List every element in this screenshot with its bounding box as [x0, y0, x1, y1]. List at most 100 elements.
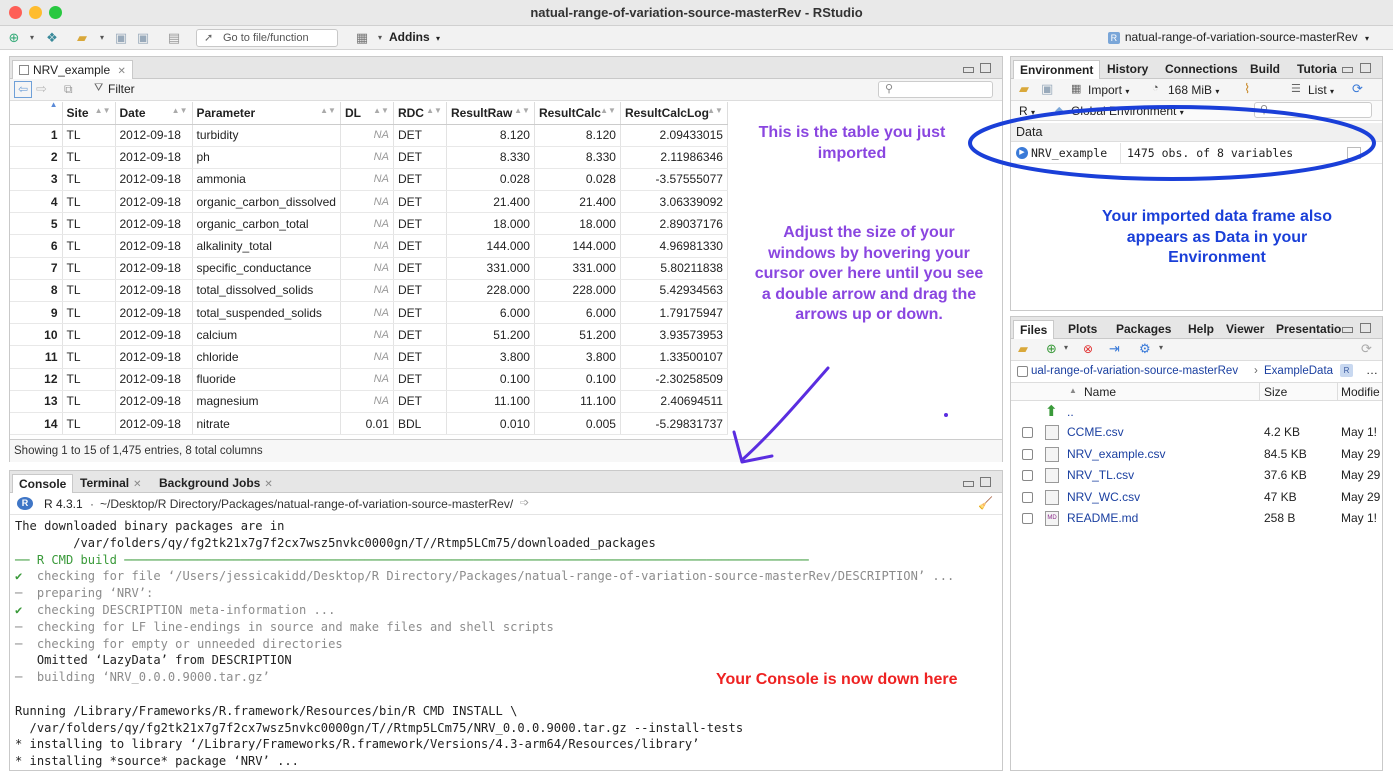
- chevron-down-icon[interactable]: ▾: [1064, 343, 1068, 352]
- minimize-pane-icon[interactable]: [1342, 327, 1353, 333]
- popout-icon[interactable]: ⧉: [64, 82, 73, 97]
- chevron-down-icon[interactable]: ▾: [24, 30, 40, 46]
- gear-icon[interactable]: ⚙: [1139, 341, 1151, 357]
- chevron-down-icon[interactable]: ▾: [94, 30, 110, 46]
- delete-icon[interactable]: ⊗: [1083, 342, 1093, 356]
- file-checkbox[interactable]: [1022, 491, 1033, 503]
- select-all-checkbox[interactable]: [1017, 366, 1028, 377]
- tab-history[interactable]: History: [1101, 60, 1154, 79]
- minimize-pane-icon[interactable]: [1342, 67, 1353, 73]
- chevron-down-icon[interactable]: ▾: [372, 30, 388, 46]
- chevron-down-icon[interactable]: ▾: [1159, 343, 1163, 352]
- tab-build[interactable]: Build: [1244, 60, 1286, 79]
- file-row[interactable]: NRV_example.csv 84.5 KB May 29: [1012, 444, 1382, 466]
- close-tab-icon[interactable]: ✕: [264, 479, 272, 490]
- new-blank-file-icon[interactable]: ⊕: [1046, 341, 1057, 357]
- tab-environment[interactable]: Environment: [1013, 60, 1101, 79]
- file-name[interactable]: NRV_TL.csv: [1067, 465, 1134, 486]
- print-icon[interactable]: ▤: [166, 30, 182, 46]
- project-menu[interactable]: Rnatual-range-of-variation-source-master…: [1107, 30, 1369, 44]
- save-icon[interactable]: ▣: [113, 30, 129, 46]
- close-tab-icon[interactable]: ✕: [133, 479, 141, 490]
- tab-files[interactable]: Files: [1013, 320, 1055, 339]
- refresh-icon[interactable]: ⟳: [1352, 81, 1363, 97]
- memory-usage-menu[interactable]: 168 MiB ▾: [1168, 83, 1219, 97]
- close-tab-icon[interactable]: ✕: [118, 66, 126, 77]
- view-mode-menu[interactable]: List ▾: [1308, 83, 1334, 97]
- table-row[interactable]: 9 TL 2012-09-18 total_suspended_solids NA DET…: [10, 301, 728, 325]
- broom-icon[interactable]: ⌇: [1244, 81, 1250, 97]
- parent-dir-link[interactable]: ..: [1067, 405, 1074, 419]
- new-project-icon[interactable]: ❖: [44, 30, 60, 46]
- file-name[interactable]: NRV_WC.csv: [1067, 487, 1140, 508]
- file-checkbox[interactable]: [1022, 470, 1033, 482]
- column-header[interactable]: Date ▲▼: [115, 102, 193, 125]
- column-header[interactable]: Site ▲▼: [62, 102, 116, 125]
- goto-dir-icon[interactable]: ➩: [520, 496, 529, 509]
- table-row[interactable]: 7 TL 2012-09-18 specific_conductance NA DET 33…: [10, 257, 728, 280]
- modified-column-header[interactable]: Modifie: [1341, 385, 1380, 399]
- table-row[interactable]: 3 TL 2012-09-18 ammonia NA DET 0.028 0.028 -3.57…: [10, 168, 728, 192]
- table-row[interactable]: 12 TL 2012-09-18 fluoride NA DET 0.100 0.100 -2.…: [10, 368, 728, 391]
- column-header[interactable]: RDC ▲▼: [393, 102, 447, 125]
- tab-background-jobs[interactable]: Background Jobs ✕: [153, 474, 279, 493]
- column-header[interactable]: DL ▲▼: [340, 102, 394, 125]
- file-name[interactable]: NRV_example.csv: [1067, 444, 1165, 465]
- tab-presentation[interactable]: Presentatio: [1270, 320, 1347, 339]
- table-row[interactable]: 14 TL 2012-09-18 nitrate 0.01 BDL 0.010 0.005 -5…: [10, 412, 728, 436]
- file-checkbox[interactable]: [1022, 513, 1033, 525]
- minimize-pane-icon[interactable]: [963, 481, 974, 487]
- new-folder-icon[interactable]: ▰: [1018, 341, 1028, 357]
- maximize-pane-icon[interactable]: [1360, 323, 1371, 333]
- tab-packages[interactable]: Packages: [1110, 320, 1177, 339]
- filter-icon[interactable]: ⛛: [94, 82, 103, 95]
- save-workspace-icon[interactable]: ▣: [1041, 81, 1053, 97]
- more-options-icon[interactable]: …: [1366, 363, 1378, 377]
- column-header[interactable]: ResultRaw ▲▼: [446, 102, 535, 125]
- table-row[interactable]: 6 TL 2012-09-18 alkalinity_total NA DET 144.00…: [10, 234, 728, 258]
- maximize-pane-icon[interactable]: [980, 477, 991, 487]
- import-dataset-menu[interactable]: Import ▾: [1088, 83, 1129, 97]
- open-file-icon[interactable]: ▰: [74, 30, 90, 46]
- maximize-pane-icon[interactable]: [1360, 63, 1371, 73]
- file-checkbox[interactable]: [1022, 427, 1033, 438]
- forward-arrow-icon[interactable]: ⇨: [36, 81, 47, 97]
- parent-dir-row[interactable]: ⬆ ..: [1011, 401, 1382, 423]
- table-row[interactable]: 2 TL 2012-09-18 ph NA DET 8.330 8.330 2.11986346: [10, 146, 728, 169]
- tab-nrv-example[interactable]: NRV_example ✕: [12, 60, 133, 79]
- file-checkbox[interactable]: [1022, 448, 1033, 460]
- rename-icon[interactable]: ⇥: [1109, 341, 1120, 357]
- tab-viewer[interactable]: Viewer: [1220, 320, 1270, 339]
- filter-button[interactable]: Filter: [108, 82, 135, 96]
- tab-plots[interactable]: Plots: [1062, 320, 1103, 339]
- tab-console[interactable]: Console: [12, 474, 74, 493]
- breadcrumb-current[interactable]: ExampleData: [1264, 365, 1333, 377]
- tab-help[interactable]: Help: [1182, 320, 1220, 339]
- column-header[interactable]: ResultCalc ▲▼: [534, 102, 621, 125]
- file-name[interactable]: README.md: [1067, 508, 1138, 529]
- file-row[interactable]: NRV_WC.csv 47 KB May 29: [1012, 487, 1382, 509]
- table-row[interactable]: 11 TL 2012-09-18 chloride NA DET 3.800 3.800 1.3…: [10, 345, 728, 369]
- tab-connections[interactable]: Connections: [1159, 60, 1244, 79]
- table-search-input[interactable]: ⚲: [878, 81, 993, 98]
- sort-icon[interactable]: ▲: [50, 100, 58, 109]
- column-header[interactable]: ResultCalcLog ▲▼: [620, 102, 728, 125]
- grid-layout-icon[interactable]: ▦: [354, 30, 370, 46]
- name-column-header[interactable]: Name: [1084, 385, 1116, 399]
- file-row[interactable]: MD README.md 258 B May 1!: [1012, 508, 1382, 530]
- console-output[interactable]: The downloaded binary packages are in /v…: [1, 515, 995, 770]
- table-row[interactable]: 4 TL 2012-09-18 organic_carbon_dissolved NA D…: [10, 190, 728, 214]
- table-row[interactable]: 5 TL 2012-09-18 organic_carbon_total NA DET 18…: [10, 212, 728, 236]
- load-workspace-icon[interactable]: ▰: [1019, 81, 1029, 97]
- addins-menu[interactable]: Addins ▾: [389, 30, 440, 44]
- project-icon[interactable]: R: [1340, 364, 1353, 377]
- file-row[interactable]: CCME.csv 4.2 KB May 1!: [1012, 422, 1382, 444]
- maximize-pane-icon[interactable]: [980, 63, 991, 73]
- table-row[interactable]: 8 TL 2012-09-18 total_dissolved_solids NA DET…: [10, 279, 728, 303]
- table-row[interactable]: 1 TL 2012-09-18 turbidity NA DET 8.120 8.120 2.0…: [10, 124, 728, 147]
- refresh-icon[interactable]: ⟳: [1361, 341, 1372, 357]
- minimize-pane-icon[interactable]: [963, 67, 974, 73]
- new-file-icon[interactable]: ⊕: [6, 30, 22, 46]
- table-row[interactable]: 10 TL 2012-09-18 calcium NA DET 51.200 51.200 3.…: [10, 323, 728, 347]
- goto-file-function-input[interactable]: ➚ Go to file/function: [196, 29, 338, 47]
